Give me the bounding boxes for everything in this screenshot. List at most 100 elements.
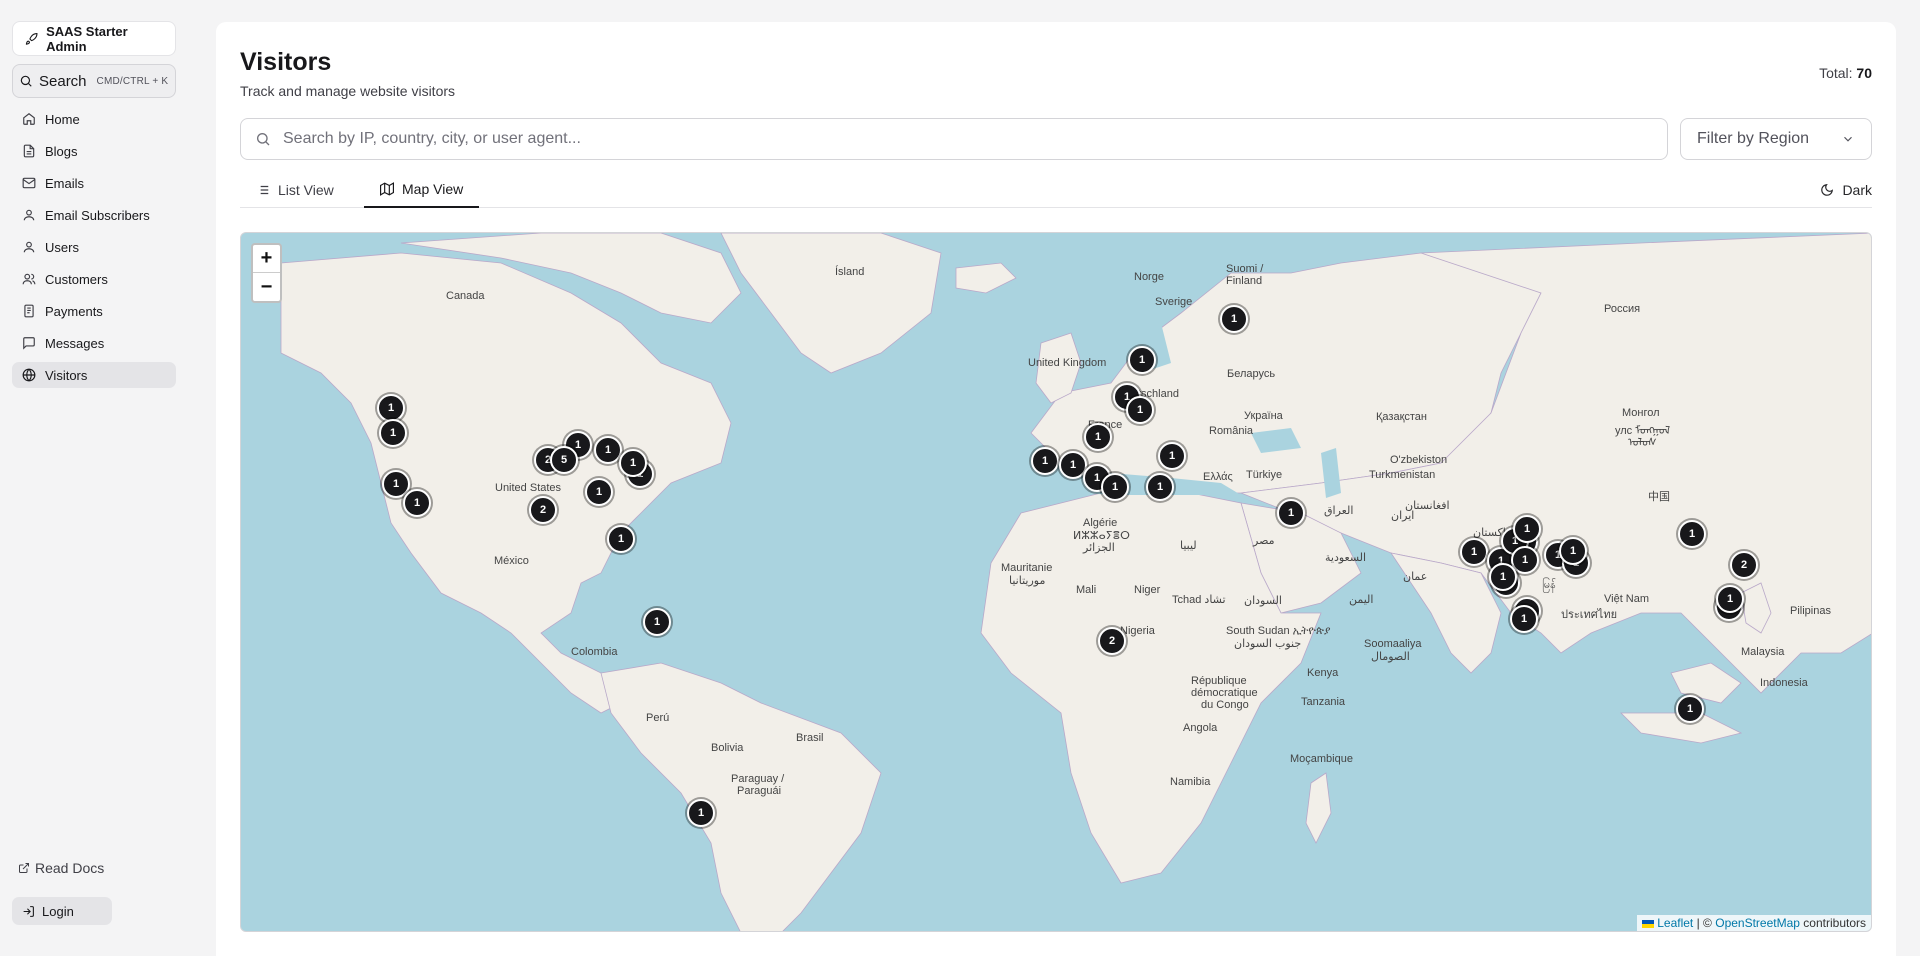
- rocket-icon: [25, 32, 38, 45]
- sidebar-item-customers[interactable]: Customers: [12, 266, 176, 292]
- cluster-marker[interactable]: 1: [1128, 346, 1156, 374]
- cluster-marker[interactable]: 1: [607, 525, 635, 553]
- cluster-marker[interactable]: 2: [1098, 627, 1126, 655]
- openstreetmap-link[interactable]: OpenStreetMap: [1715, 916, 1800, 930]
- cluster-marker[interactable]: 1: [1084, 423, 1112, 451]
- login-button[interactable]: Login: [12, 897, 112, 925]
- map-label-philippines: Pilipinas: [1790, 605, 1831, 617]
- map-label-sudan: السودان: [1244, 595, 1282, 607]
- page-title: Visitors: [240, 48, 332, 76]
- ukraine-flag-icon: [1641, 919, 1654, 928]
- tab-list-view[interactable]: List View: [240, 172, 350, 208]
- map-label-mocambique: Moçambique: [1290, 753, 1353, 765]
- cluster-marker[interactable]: 2: [1730, 551, 1758, 579]
- map-label-thailand: ประเทศไทย: [1561, 609, 1618, 621]
- visitor-search-input[interactable]: [283, 130, 1653, 148]
- sidebar-item-label: Visitors: [45, 367, 88, 383]
- tab-label: List View: [278, 182, 334, 198]
- cluster-marker[interactable]: 1: [1559, 537, 1587, 565]
- sidebar-item-visitors[interactable]: Visitors: [12, 362, 176, 388]
- message-icon: [23, 337, 35, 350]
- map-label-somalia: Soomaaliya: [1364, 638, 1422, 650]
- tab-map-view[interactable]: Map View: [364, 172, 480, 208]
- map-label-turkmenistan: Turkmenistan: [1369, 469, 1436, 481]
- cluster-marker[interactable]: 1: [1031, 447, 1059, 475]
- map-label-romania: România: [1209, 425, 1254, 437]
- search-icon: [20, 75, 32, 87]
- page-subtitle: Track and manage website visitors: [240, 83, 456, 99]
- map-label-brasil: Brasil: [796, 732, 824, 744]
- cluster-marker[interactable]: 1: [594, 436, 622, 464]
- map-label-ukraina: Україна: [1244, 410, 1283, 422]
- zoom-in-button[interactable]: +: [253, 245, 280, 273]
- sidebar-nav: Home Blogs Emails Email Subscribers User…: [12, 106, 176, 394]
- sidebar: SAAS Starter Admin Search CMD/CTRL + K H…: [0, 0, 210, 956]
- cluster-marker[interactable]: 1: [643, 608, 671, 636]
- cluster-marker[interactable]: 1: [1510, 605, 1538, 633]
- command-search-button[interactable]: Search CMD/CTRL + K: [12, 64, 176, 98]
- map-label-myanmar: မြန်: [1542, 579, 1556, 591]
- cluster-marker[interactable]: 1: [379, 419, 407, 447]
- cluster-marker[interactable]: 1: [1460, 538, 1488, 566]
- command-search-label: Search: [39, 72, 87, 90]
- map-label-mongol-3: ᠤᠯᠤᠰ: [1628, 437, 1657, 449]
- map-label-misr: مصر: [1253, 535, 1275, 547]
- map-label-mali: Mali: [1076, 584, 1097, 596]
- cluster-marker[interactable]: 1: [1716, 585, 1744, 613]
- cluster-marker[interactable]: 1: [1146, 473, 1174, 501]
- home-icon: [23, 113, 35, 125]
- sidebar-item-payments[interactable]: Payments: [12, 298, 176, 324]
- cluster-marker[interactable]: 1: [1101, 473, 1129, 501]
- sidebar-item-email-subscribers[interactable]: Email Subscribers: [12, 202, 176, 228]
- map-label-island: Ísland: [835, 266, 865, 278]
- world-map[interactable]: Ísland Canada Norge Sverige Suomi / Finl…: [240, 232, 1872, 932]
- login-label: Login: [42, 903, 74, 919]
- cluster-marker[interactable]: 1: [1678, 520, 1706, 548]
- cluster-marker[interactable]: 1: [1513, 515, 1541, 543]
- map-label-angola: Angola: [1183, 722, 1218, 734]
- region-filter-select[interactable]: Filter by Region: [1680, 118, 1872, 160]
- visitor-search[interactable]: [240, 118, 1668, 160]
- map-label-south-sudan-arabic: جنوب السودان: [1234, 638, 1302, 650]
- map-label-ozbekiston: O'zbekiston: [1390, 454, 1448, 466]
- map-label-bolivia: Bolivia: [711, 742, 744, 754]
- cluster-marker[interactable]: 1: [619, 449, 647, 477]
- sidebar-item-emails[interactable]: Emails: [12, 170, 176, 196]
- users-icon: [22, 273, 36, 285]
- login-icon: [23, 905, 34, 917]
- cluster-marker[interactable]: 1: [1220, 305, 1248, 333]
- map-label-belarus: Беларусь: [1227, 368, 1276, 380]
- cluster-marker[interactable]: 1: [1277, 499, 1305, 527]
- map-icon: [380, 182, 394, 196]
- sidebar-item-label: Customers: [45, 271, 108, 287]
- map-label-zhongguo: 中国: [1648, 491, 1670, 503]
- cluster-marker[interactable]: 1: [1158, 442, 1186, 470]
- cluster-marker[interactable]: 2: [529, 496, 557, 524]
- cluster-marker[interactable]: 1: [1126, 396, 1154, 424]
- map-label-finland: Finland: [1226, 275, 1263, 287]
- leaflet-link[interactable]: Leaflet: [1657, 916, 1693, 930]
- map-label-tanzania: Tanzania: [1301, 696, 1346, 708]
- sidebar-item-users[interactable]: Users: [12, 234, 176, 260]
- total-label: Total:: [1819, 65, 1853, 81]
- zoom-control: + −: [251, 243, 282, 303]
- total-value: 70: [1856, 65, 1872, 81]
- cluster-marker[interactable]: 1: [687, 799, 715, 827]
- cluster-marker[interactable]: 1: [377, 394, 405, 422]
- map-label-sverige: Sverige: [1155, 296, 1193, 308]
- sidebar-item-label: Emails: [45, 175, 85, 191]
- sidebar-item-home[interactable]: Home: [12, 106, 176, 132]
- brand-button[interactable]: SAAS Starter Admin: [12, 21, 176, 56]
- cluster-marker[interactable]: 1: [1676, 695, 1704, 723]
- map-label-mauritanie: Mauritanie: [1001, 562, 1053, 574]
- read-docs-link[interactable]: Read Docs: [18, 860, 104, 876]
- sidebar-item-messages[interactable]: Messages: [12, 330, 176, 356]
- cluster-marker[interactable]: 1: [403, 489, 431, 517]
- theme-toggle[interactable]: Dark: [1820, 172, 1872, 208]
- zoom-out-button[interactable]: −: [253, 273, 280, 301]
- cluster-marker[interactable]: 5: [550, 446, 578, 474]
- map-label-mauritanie-arabic: موريتانيا: [1009, 575, 1046, 587]
- cluster-marker[interactable]: 1: [1489, 563, 1517, 591]
- sidebar-item-blogs[interactable]: Blogs: [12, 138, 176, 164]
- cluster-marker[interactable]: 1: [585, 478, 613, 506]
